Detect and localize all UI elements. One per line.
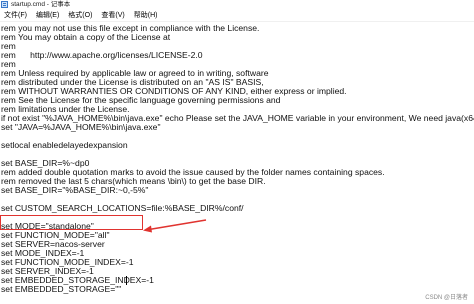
editor-line: rem You may obtain a copy of the License… [1, 32, 171, 42]
watermark: CSDN @日落者 [425, 295, 468, 301]
text-editor[interactable]: rem you may not use this file except in … [0, 23, 474, 304]
text-caret [126, 276, 127, 285]
editor-line: setlocal enabledelayedexpansion [1, 140, 128, 150]
highlight-box [0, 215, 143, 230]
editor-line: rem http://www.apache.org/licenses/LICEN… [1, 50, 203, 60]
editor-line: set EMBEDDED_STORAGE="" [1, 284, 122, 294]
menu-edit[interactable]: 编辑(E) [36, 9, 59, 22]
menu-view[interactable]: 查看(V) [101, 9, 124, 22]
editor-line: set "JAVA=%JAVA_HOME%\bin\java.exe" [1, 122, 161, 132]
editor-line: set CUSTOM_SEARCH_LOCATIONS=file:%BASE_D… [1, 203, 244, 213]
menu-help[interactable]: 帮助(H) [134, 9, 158, 22]
menu-file[interactable]: 文件(F) [4, 9, 27, 22]
notepad-icon [1, 1, 8, 8]
menu-format[interactable]: 格式(O) [68, 9, 92, 22]
editor-line: set BASE_DIR="%BASE_DIR:~0,-5%" [1, 185, 149, 195]
menu-bar: 文件(F) 编辑(E) 格式(O) 查看(V) 帮助(H) [0, 9, 474, 22]
annotation-arrow-icon [143, 219, 207, 233]
